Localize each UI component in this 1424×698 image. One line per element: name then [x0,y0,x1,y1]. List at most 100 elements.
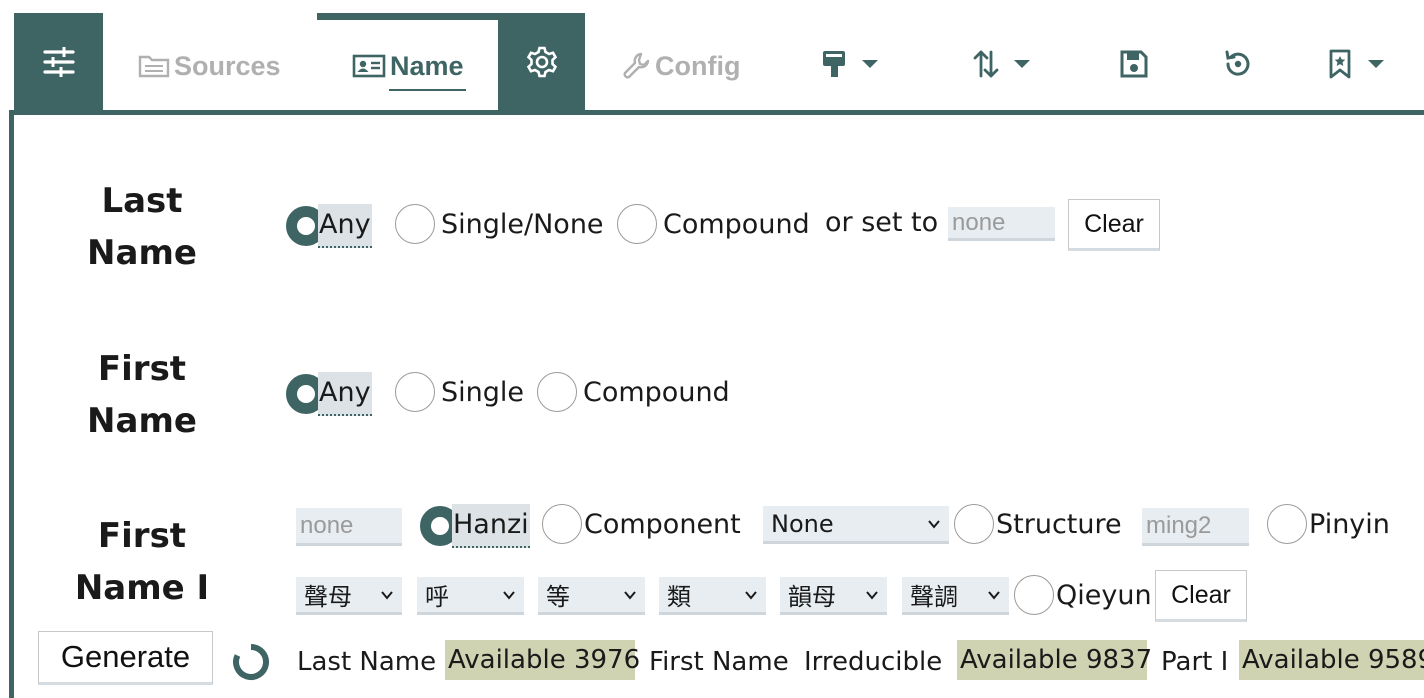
component-label: Component [584,508,741,540]
sliders-icon [42,46,75,77]
structure-select-value: None [771,509,834,538]
first-name-heading-line2: Name [87,401,197,441]
sort-dropdown-button[interactable] [972,42,1030,86]
first-name-heading-line1: First [97,349,187,389]
lei-select-value: 類 [667,583,691,611]
sort-arrows-icon [973,50,999,78]
chevron-down-icon [503,590,515,600]
last-name-any-radio[interactable]: Any [286,204,372,248]
last-name-single-label: Single/None [441,208,604,240]
chevron-down-icon [745,590,757,600]
structure-radio[interactable]: Structure [954,504,1122,544]
status-first-name-label: First Name [649,647,789,677]
last-name-heading-line2: Name [87,233,197,273]
save-icon [1120,50,1148,78]
tab-sources[interactable]: Sources [138,44,281,88]
pinyin-input[interactable] [1142,508,1249,546]
save-button[interactable] [1118,42,1150,86]
folder-icon [138,55,170,78]
first-name-i-heading: First Name I [32,510,252,614]
chevron-down-icon [624,590,636,600]
tab-name-underline [389,89,466,91]
top-toolbar: Sources Name Config [0,0,1424,112]
radio-icon [1014,575,1054,615]
status-part-i-label: Part I [1161,647,1229,677]
initial-select-value: 聲母 [304,583,352,611]
radio-icon [1267,504,1307,544]
generate-button[interactable]: Generate [38,631,213,685]
panel-left-border [9,110,14,698]
final-select-value: 韻母 [788,583,836,611]
structure-label: Structure [996,508,1122,540]
structure-select[interactable]: None [763,506,949,544]
last-name-compound-label: Compound [663,208,810,240]
chevron-down-icon [1014,60,1030,68]
radio-icon [542,504,582,544]
last-name-heading: Last Name [32,175,252,279]
initial-select[interactable]: 聲母 [296,577,402,615]
format-dropdown-button[interactable] [820,42,878,86]
first-name-single-radio[interactable]: Single [395,372,524,412]
restore-icon [1225,50,1250,76]
hu-select[interactable]: 呼 [417,577,524,615]
id-card-icon [352,54,386,78]
pinyin-radio[interactable]: Pinyin [1267,504,1390,544]
settings-button[interactable] [498,13,585,110]
status-irreducible-label: Irreducible [804,647,943,677]
first-name-compound-radio[interactable]: Compound [537,372,730,412]
final-select[interactable]: 韻母 [780,577,887,615]
active-tab-indicator [317,13,498,20]
first-name-single-label: Single [441,376,525,408]
tab-sources-label: Sources [174,50,281,81]
deng-select[interactable]: 等 [538,577,645,615]
chevron-down-icon [988,590,1000,600]
hanzi-radio[interactable]: Hanzi [420,504,530,548]
or-set-to-label: or set to [825,207,939,238]
component-radio[interactable]: Component [542,504,741,544]
pinyin-label: Pinyin [1309,508,1390,540]
radio-icon [954,504,994,544]
last-name-heading-line1: Last [101,181,183,221]
first-name-any-label: Any [318,372,372,416]
restore-button[interactable] [1222,42,1254,86]
last-name-single-radio[interactable]: Single/None [395,204,604,244]
radio-icon [395,204,435,244]
last-name-compound-radio[interactable]: Compound [617,204,810,244]
tab-name[interactable]: Name [352,44,464,88]
chevron-down-icon [1368,60,1384,68]
first-name-any-radio[interactable]: Any [286,372,372,416]
tab-config-label: Config [655,50,741,81]
first-name-i-heading-line2: Name I [74,568,210,608]
tone-select[interactable]: 聲調 [902,577,1009,615]
gear-icon [526,46,557,77]
status-last-name-label: Last Name [297,647,437,677]
first-name-i-clear-button[interactable]: Clear [1155,570,1247,622]
filter-toggle-button[interactable] [14,13,103,110]
tab-name-label: Name [390,50,464,81]
first-name-available-badge: Available 9837 [957,640,1152,680]
first-name-heading: First Name [32,343,252,447]
last-name-any-label: Any [318,204,372,248]
chevron-down-icon [866,590,878,600]
qieyun-radio[interactable]: Qieyun [1014,575,1152,615]
first-name-i-heading-line1: First [97,516,187,556]
hu-select-value: 呼 [425,583,449,611]
lei-select[interactable]: 類 [659,577,766,615]
tab-config[interactable]: Config [621,44,740,88]
chevron-down-icon [928,519,940,529]
last-name-input[interactable] [948,207,1055,241]
toolbar-divider [9,110,1424,115]
radio-icon [395,372,435,412]
bookmark-icon [1329,49,1351,79]
bookmark-dropdown-button[interactable] [1326,42,1384,86]
last-name-available-badge: Available 3976 [445,640,640,680]
first-name-i-input[interactable] [296,508,402,546]
qieyun-label: Qieyun [1056,579,1152,611]
chevron-down-icon [862,60,878,68]
hanzi-label: Hanzi [452,504,530,548]
last-name-clear-button[interactable]: Clear [1068,199,1160,251]
radio-icon [537,372,577,412]
tone-select-value: 聲調 [910,583,958,611]
wrench-icon [623,52,650,79]
deng-select-value: 等 [546,583,570,611]
